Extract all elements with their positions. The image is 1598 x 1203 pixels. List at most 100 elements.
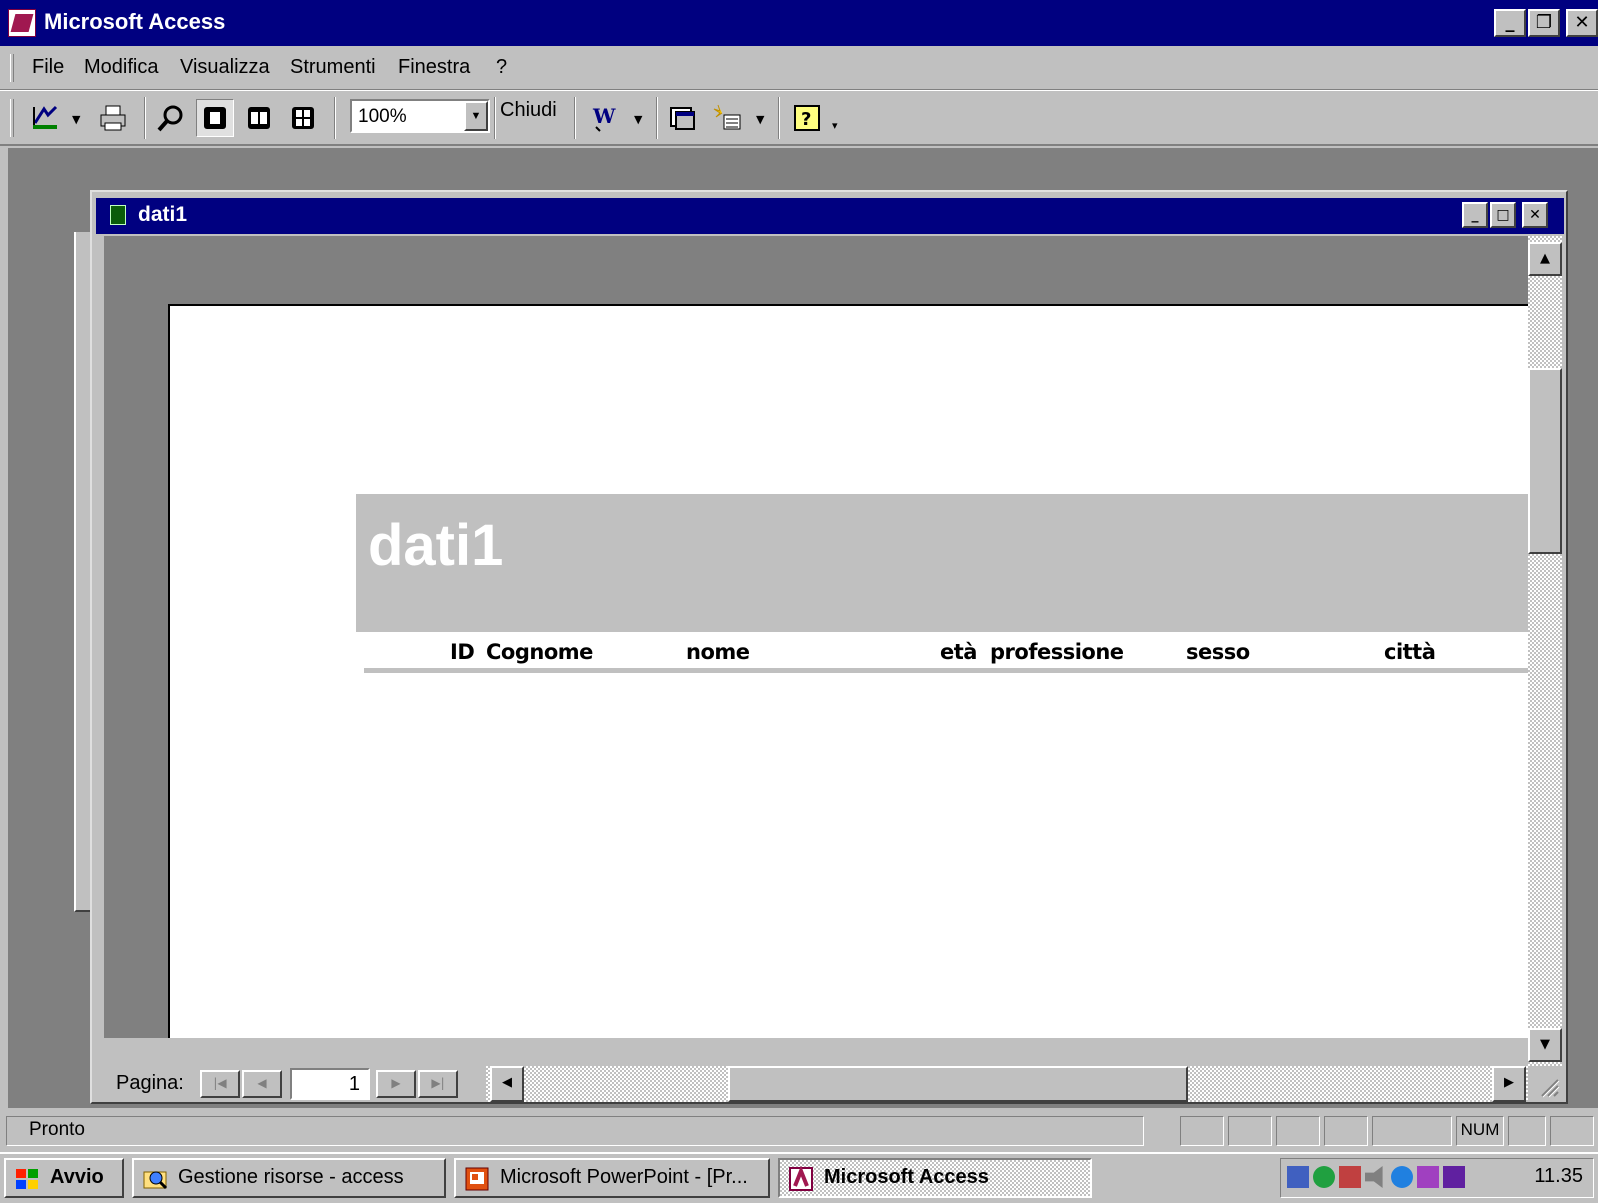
minimize-button[interactable]: _ — [1494, 9, 1526, 37]
restore-button[interactable]: ❐ — [1528, 9, 1560, 37]
access-icon — [789, 1166, 813, 1191]
design-view-icon[interactable] — [26, 99, 64, 137]
status-indicator — [1324, 1116, 1368, 1146]
volume-icon[interactable] — [1365, 1166, 1383, 1188]
menu-file[interactable]: File — [32, 56, 64, 79]
child-maximize-button[interactable]: □ — [1490, 202, 1516, 228]
print-icon[interactable] — [94, 99, 132, 137]
start-button[interactable]: Avvio — [4, 1158, 124, 1198]
zoom-value: 100% — [358, 106, 407, 127]
office-links-dropdown-icon[interactable]: ▼ — [634, 113, 642, 126]
taskbar-item-explorer[interactable]: Gestione risorse - access — [132, 1158, 446, 1198]
column-header-rule — [364, 668, 1528, 673]
report-icon[interactable] — [110, 205, 126, 225]
toolbar-separator — [334, 97, 336, 139]
column-header-id: ID — [450, 640, 475, 664]
users-icon[interactable] — [1417, 1166, 1439, 1188]
column-header-cognome: Cognome — [486, 640, 593, 664]
taskbar-item-label: Gestione risorse - access — [178, 1166, 404, 1188]
toolbar-separator — [144, 97, 146, 139]
explorer-icon — [143, 1171, 168, 1190]
scroll-left-icon[interactable]: ◀ — [490, 1066, 524, 1102]
menu-bar-grip[interactable] — [10, 54, 14, 82]
report-title: dati1 — [368, 513, 504, 578]
vertical-scroll-thumb[interactable] — [1528, 368, 1562, 554]
toolbar-separator — [656, 97, 658, 139]
multiple-pages-icon[interactable] — [284, 99, 322, 137]
column-header-citta: città — [1384, 640, 1436, 664]
close-preview-button[interactable]: Chiudi — [500, 99, 557, 122]
app-title-bar[interactable]: Microsoft Access _ ❐ ✕ — [0, 0, 1598, 46]
globe-icon[interactable] — [1313, 1166, 1335, 1188]
last-page-icon[interactable]: ▶| — [418, 1070, 458, 1098]
report-header-band: dati1 — [356, 494, 1528, 632]
status-indicator — [1180, 1116, 1224, 1146]
column-header-eta: età — [940, 640, 977, 664]
vertical-scrollbar[interactable]: ▲ ▼ — [1528, 236, 1562, 1066]
svg-text:?: ? — [801, 109, 811, 130]
menu-visualizza[interactable]: Visualizza — [180, 56, 270, 79]
close-button[interactable]: ✕ — [1566, 9, 1598, 37]
system-tray: 11.35 — [1280, 1158, 1594, 1198]
menu-modifica[interactable]: Modifica — [84, 56, 158, 79]
zoom-icon[interactable] — [152, 99, 190, 137]
toolbar-grip[interactable] — [10, 99, 14, 137]
resize-grip-icon[interactable] — [1528, 1066, 1562, 1102]
new-object-dropdown-icon[interactable]: ▼ — [756, 113, 764, 126]
report-window-title-bar[interactable]: dati1 _ □ ✕ — [96, 198, 1564, 234]
start-label: Avvio — [50, 1166, 104, 1188]
clock-app-icon[interactable] — [1391, 1166, 1413, 1188]
status-text: Pronto — [6, 1116, 1144, 1146]
num-lock-indicator: NUM — [1456, 1116, 1504, 1146]
taskbar-clock[interactable]: 11.35 — [1534, 1165, 1583, 1188]
scroll-up-icon[interactable]: ▲ — [1528, 242, 1562, 276]
new-object-icon[interactable] — [708, 99, 746, 137]
word-icon[interactable]: W — [586, 99, 624, 137]
scroll-down-icon[interactable]: ▼ — [1528, 1028, 1562, 1062]
horizontal-scroll-thumb[interactable] — [728, 1066, 1188, 1102]
report-window-title: dati1 — [138, 203, 188, 226]
taskbar-item-label: Microsoft Access — [824, 1166, 989, 1188]
menu-strumenti[interactable]: Strumenti — [290, 56, 376, 79]
zoom-select[interactable]: 100% ▼ — [350, 99, 490, 133]
design-view-dropdown-icon[interactable]: ▼ — [72, 113, 80, 126]
page-label: Pagina: — [116, 1072, 184, 1094]
database-window-icon[interactable] — [664, 99, 702, 137]
messenger-icon[interactable] — [1443, 1166, 1465, 1188]
help-icon[interactable]: ? — [788, 99, 826, 137]
network-icon[interactable] — [1287, 1166, 1309, 1188]
windows-logo-icon — [16, 1169, 38, 1189]
child-close-button[interactable]: ✕ — [1522, 202, 1548, 228]
child-minimize-button[interactable]: _ — [1462, 202, 1488, 228]
svg-text:W: W — [592, 104, 616, 128]
taskbar-item-powerpoint[interactable]: Microsoft PowerPoint - [Pr... — [454, 1158, 770, 1198]
app-title: Microsoft Access — [44, 9, 226, 34]
column-header-sesso: sesso — [1186, 640, 1250, 664]
chevron-down-icon[interactable]: ▼ — [464, 101, 488, 131]
help-dropdown-icon[interactable]: ▾ — [832, 119, 838, 132]
toolbar-separator — [494, 97, 496, 139]
first-page-icon[interactable]: |◀ — [200, 1070, 240, 1098]
menu-finestra[interactable]: Finestra — [398, 56, 470, 79]
previous-page-icon[interactable]: ◀ — [242, 1070, 282, 1098]
status-indicator — [1550, 1116, 1594, 1146]
two-pages-icon[interactable] — [240, 99, 278, 137]
scroll-right-icon[interactable]: ▶ — [1492, 1066, 1526, 1102]
status-indicator — [1508, 1116, 1546, 1146]
status-indicator — [1372, 1116, 1452, 1146]
next-page-icon[interactable]: ▶ — [376, 1070, 416, 1098]
toolbar-separator — [574, 97, 576, 139]
column-header-professione: professione — [990, 640, 1124, 664]
status-indicator — [1276, 1116, 1320, 1146]
menu-bar: File Modifica Visualizza Strumenti Fines… — [0, 46, 1598, 90]
scheduler-icon[interactable] — [1339, 1166, 1361, 1188]
access-app-icon[interactable] — [8, 9, 36, 37]
menu-help[interactable]: ? — [496, 56, 507, 79]
toolbar-separator — [778, 97, 780, 139]
taskbar-item-label: Microsoft PowerPoint - [Pr... — [500, 1166, 748, 1188]
one-page-icon[interactable] — [196, 99, 234, 137]
page-number-input[interactable]: 1 — [290, 1068, 370, 1100]
powerpoint-icon — [465, 1167, 489, 1191]
taskbar-item-access[interactable]: Microsoft Access — [778, 1158, 1092, 1198]
column-header-nome: nome — [686, 640, 750, 664]
